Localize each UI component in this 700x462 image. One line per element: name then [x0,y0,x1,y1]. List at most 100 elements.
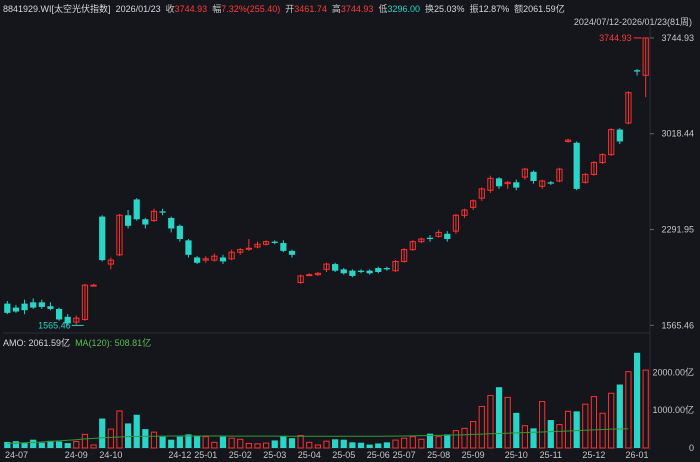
volume-bar-down [193,435,201,448]
candle-body-down [340,269,347,274]
volume-bar-up [590,396,598,449]
volume-bar-down [280,435,287,448]
volume-bar-up [487,394,494,449]
candle-body-up [245,247,252,250]
volume-bar-up [556,424,563,449]
volume-bar-up [306,441,313,449]
candle-body-down [12,307,20,312]
volume-bar-up [150,431,158,449]
volume-bar-down [55,441,63,448]
min-annotation: 1565.46 [38,320,71,330]
volume-bar-up [539,401,546,449]
volume-bar-up [323,440,330,449]
volume-bar-up [263,442,270,449]
price-tick-label: 1565.46 [661,320,694,330]
candle-body-down [168,217,175,229]
time-tick-label: 25-11 [540,450,562,460]
candle-body-down [530,171,537,181]
time-tick-label: 25-05 [332,450,355,460]
volume-bar-up [401,437,408,449]
volume-bar-up [107,428,114,449]
volume-bar-down [383,442,390,448]
volume-bar-up [504,396,511,449]
volume-bar-up [297,435,304,449]
candle-body-down [142,219,149,225]
volume-bar-up [418,438,425,449]
volume-bar-down [444,434,451,448]
volume-bar-down [633,352,641,448]
candle-body-down [366,270,373,274]
candle-body-down [495,178,503,187]
candle-body-down [271,241,278,243]
volume-bar-up [237,438,244,449]
volume-bar-up [211,441,218,449]
candle-body-down [288,250,296,255]
volume-bar-up [452,430,460,449]
candle-body-down [219,257,227,262]
volume-bar-down [340,439,347,448]
volume-bars [4,352,649,449]
candle-body-down [193,257,201,263]
volume-bar-up [228,437,235,449]
price-tick-label: 2291.95 [661,225,694,235]
candle-body-down [133,199,140,220]
time-tick-label: 24-12 [168,450,191,460]
time-tick-label: 24-10 [99,450,122,460]
max-annotation: 3744.93 [599,33,632,43]
volume-bar-up [254,443,261,449]
volume-bar-down [616,384,623,448]
time-tick-label: 24-07 [5,450,28,460]
price-tick-label: 3744.93 [661,33,694,43]
volume-bar-up [245,442,252,449]
volume-bar-down [64,443,71,448]
candle-body-down [375,268,382,272]
candle-body-up [90,284,97,287]
time-tick-label: 25-10 [505,450,528,460]
price-tick-label: 3018.44 [661,129,694,139]
candle-body-down [426,237,434,240]
time-tick-label: 24-09 [65,450,88,460]
time-tick-label: 26-01 [626,450,649,460]
volume-bar-up [81,433,89,449]
candlestick-chart[interactable]: 1565.46 2291.95 3018.44 3744.93 0 1000.00亿 20… [0,0,700,462]
volume-bar-down [21,443,28,448]
candle-body-down [547,182,554,184]
candle-body-down [4,303,11,313]
volume-bar-up [478,405,485,449]
volume-bar-up [435,436,442,449]
candle-body-down [383,268,390,270]
volume-bar-down [547,420,554,448]
volume-bar-up [599,412,606,449]
volume-bar-up [392,439,399,449]
volume-bar-down [271,440,278,448]
time-tick-label: 25-06 [367,450,390,460]
candle-body-down [280,242,287,251]
time-tick-label: 25-07 [393,450,416,460]
volume-bar-down [288,438,296,448]
time-tick-label: 25-12 [582,450,605,460]
volume-bar-down [375,443,382,448]
volume-bar-down [12,441,20,448]
candle-body-down [357,270,365,272]
volume-bar-down [219,436,227,448]
volume-bar-down [30,439,37,448]
candle-body-down [633,70,641,72]
volume-bar-up [642,369,649,449]
candle-body-down [47,306,54,309]
volume-bar-up [202,436,209,449]
volume-bar-up [409,436,416,449]
volume-tick-label: 2000.00亿 [652,366,694,377]
volume-bar-down [573,411,580,448]
volume-tick-label: 1000.00亿 [652,404,694,415]
time-tick-label: 25-09 [462,450,485,460]
volume-bar-down [99,418,106,448]
volume-bar-down [176,436,183,448]
candle-body-down [99,216,106,261]
volume-bar-up [73,441,80,449]
volume-axis: 0 1000.00亿 2000.00亿 [652,366,694,453]
volume-bar-down [513,412,520,448]
volume-bar-up [625,371,632,449]
time-tick-label: 25-04 [298,450,321,460]
candle-body-down [30,302,37,308]
price-axis: 1565.46 2291.95 3018.44 3744.93 [650,33,694,330]
